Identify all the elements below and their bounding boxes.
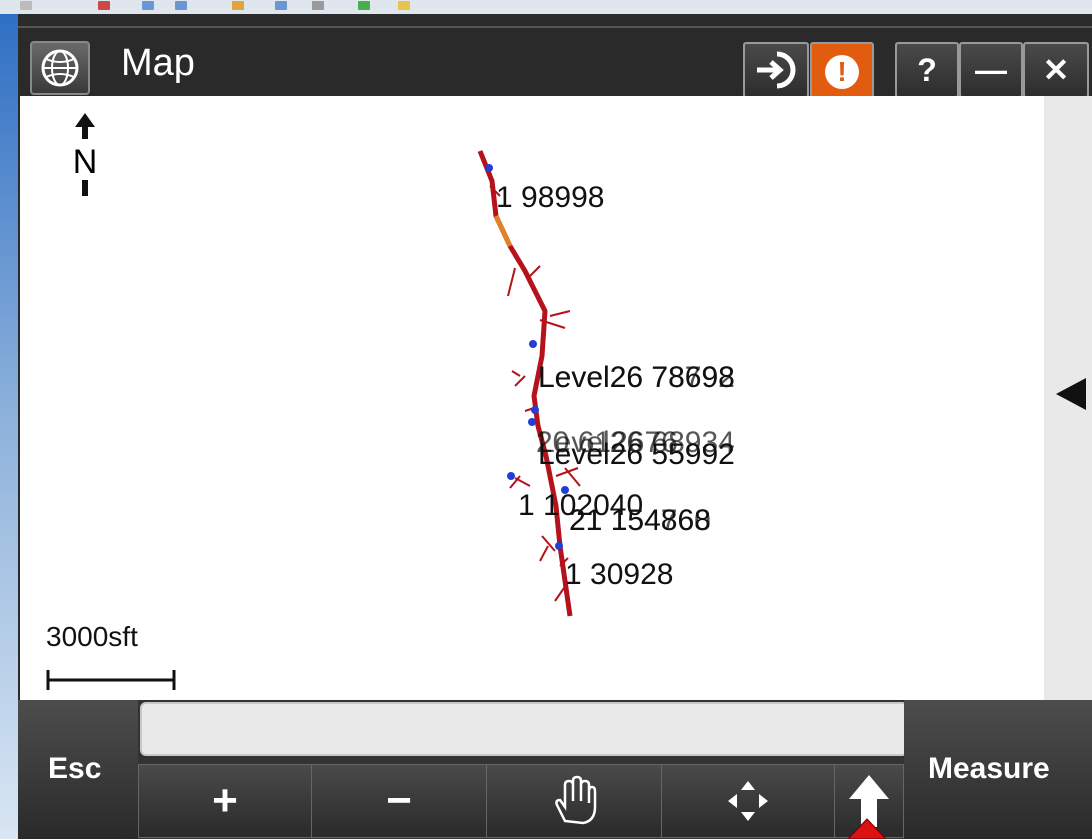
scale-bar (46, 670, 176, 690)
host-toolbar-icon[interactable] (232, 1, 244, 10)
four-way-arrows-icon (728, 781, 768, 821)
window-title: Map (121, 42, 195, 84)
host-toolbar (0, 0, 1092, 14)
host-toolbar-icon[interactable] (275, 1, 287, 10)
bottom-toolbar: Esc + − Measure (18, 700, 1092, 839)
esc-button[interactable]: Esc (18, 700, 138, 839)
pan-button[interactable] (486, 764, 662, 838)
point-label: 21 154760 (569, 504, 711, 537)
point-1-98998 (485, 164, 493, 172)
host-window-edge (0, 14, 18, 839)
zoom-in-button[interactable]: + (138, 764, 312, 838)
point-20-612676 (528, 418, 536, 426)
alert-icon: ! (825, 55, 859, 89)
app-menu-button[interactable] (30, 41, 90, 95)
point-level26-78698 (529, 340, 537, 348)
esc-label: Esc (48, 752, 102, 785)
measure-label: Measure (928, 752, 1050, 785)
measure-button[interactable]: Measure (904, 700, 1092, 839)
login-arrow-icon (757, 51, 796, 89)
host-toolbar-icon[interactable] (398, 1, 410, 10)
map-side-panel (1044, 96, 1092, 700)
alert-button[interactable]: ! (810, 42, 874, 98)
help-button[interactable]: ? (895, 42, 959, 98)
expand-panel-icon[interactable] (1050, 374, 1090, 414)
point-label: Level26 78792 (538, 361, 735, 394)
zoom-out-button[interactable]: − (311, 764, 487, 838)
host-toolbar-icon[interactable] (98, 1, 110, 10)
scale-label: 3000sft (46, 621, 138, 652)
host-toolbar-icon[interactable] (142, 1, 154, 10)
point-label: 1 98998 (496, 181, 605, 214)
red-pointer-icon (847, 818, 887, 839)
map-app-window: Map ! ? — ✕ N 1 98998 Level26 78698 Leve… (18, 14, 1092, 839)
point-level26-55992 (531, 406, 539, 414)
point-label: 1 30928 (565, 558, 674, 591)
minus-icon: − (386, 776, 412, 825)
minimize-button[interactable]: — (959, 42, 1023, 98)
plus-icon: + (212, 776, 238, 825)
point-label: 20 612676 (536, 426, 678, 459)
host-toolbar-icon[interactable] (358, 1, 370, 10)
globe-logo-icon (41, 49, 79, 87)
hand-icon (555, 775, 597, 825)
command-input[interactable] (140, 702, 908, 756)
map-canvas[interactable]: N 1 98998 Level26 78698 Level26 78792 Le… (20, 96, 1044, 700)
sync-button[interactable] (743, 42, 809, 98)
point-1-102040 (507, 472, 515, 480)
close-button[interactable]: ✕ (1023, 42, 1089, 98)
host-toolbar-icon[interactable] (312, 1, 324, 10)
zoom-extents-button[interactable] (661, 764, 835, 838)
point-1-30928 (555, 542, 563, 550)
host-toolbar-icon[interactable] (20, 1, 32, 10)
route-segment-highlight (493, 214, 513, 248)
host-toolbar-icon[interactable] (175, 1, 187, 10)
